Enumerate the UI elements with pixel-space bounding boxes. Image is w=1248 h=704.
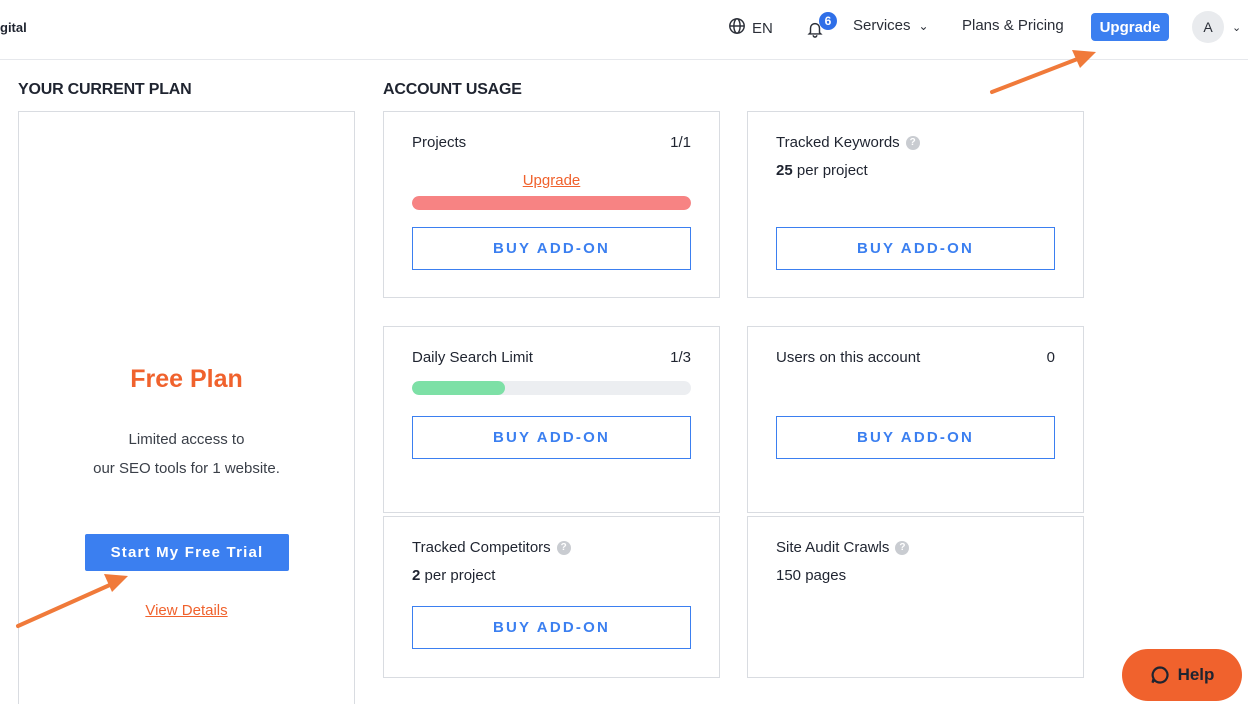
buy-addon-button[interactable]: BUY ADD-ON (776, 227, 1055, 270)
usage-progress-bar (412, 381, 691, 395)
usage-card-site-audit-crawls: Site Audit Crawls? 150 pages (747, 516, 1084, 678)
info-icon[interactable]: ? (556, 540, 571, 555)
help-label: Help (1177, 665, 1215, 684)
upgrade-link[interactable]: Upgrade (384, 172, 719, 189)
usage-progress-fill (412, 381, 505, 395)
view-details-link[interactable]: View Details (19, 602, 354, 619)
plan-name: Free Plan (130, 365, 243, 393)
usage-label: Tracked Competitors? (412, 539, 571, 556)
help-button[interactable]: Help (1122, 649, 1242, 701)
info-icon[interactable]: ? (905, 135, 920, 150)
notification-count-badge: 6 (819, 12, 837, 30)
usage-sub: 2 per project (412, 567, 495, 584)
plan-description: Limited access to our SEO tools for 1 we… (19, 425, 354, 483)
usage-card-users: Users on this account 0 BUY ADD-ON (747, 326, 1084, 513)
notifications-button[interactable]: 6 (806, 12, 837, 42)
usage-label-text: Site Audit Crawls (776, 539, 890, 556)
usage-label: Daily Search Limit (412, 349, 533, 366)
usage-label-text: Tracked Competitors (412, 539, 551, 556)
chat-bubble-icon (1151, 666, 1169, 684)
globe-icon (728, 17, 746, 39)
usage-sub-value: 25 (776, 162, 793, 179)
usage-sub: 25 per project (776, 162, 868, 179)
usage-count: 0 (1046, 349, 1055, 366)
usage-label: Site Audit Crawls? (776, 539, 910, 556)
account-usage-title: ACCOUNT USAGE (383, 81, 522, 98)
language-label: EN (752, 19, 773, 37)
current-plan-title: YOUR CURRENT PLAN (18, 81, 192, 98)
usage-progress-fill (412, 196, 691, 210)
usage-label: Projects (412, 134, 466, 151)
services-label: Services (853, 17, 911, 34)
chevron-down-icon: ⌄ (918, 18, 929, 33)
usage-count: 1/3 (670, 349, 691, 366)
buy-addon-button[interactable]: BUY ADD-ON (412, 606, 691, 649)
usage-card-daily-search-limit: Daily Search Limit 1/3 BUY ADD-ON (383, 326, 720, 513)
usage-label-text: Daily Search Limit (412, 349, 533, 366)
usage-count: 1/1 (670, 134, 691, 151)
usage-label: Tracked Keywords? (776, 134, 920, 151)
chevron-down-icon: ⌄ (1232, 21, 1242, 34)
account-menu[interactable]: A ⌄ (1192, 11, 1241, 43)
buy-addon-button[interactable]: BUY ADD-ON (776, 416, 1055, 459)
usage-card-tracked-keywords: Tracked Keywords? 25 per project BUY ADD… (747, 111, 1084, 298)
language-selector[interactable]: EN (728, 17, 773, 39)
services-menu[interactable]: Services ⌄ (853, 17, 929, 34)
current-plan-card: Free Plan Limited access to our SEO tool… (18, 111, 355, 704)
usage-sub: 150 pages (776, 567, 847, 584)
usage-sub-text: per project (420, 567, 496, 584)
avatar: A (1192, 11, 1224, 43)
top-header: gital EN 6 Services ⌄ Plans & Pricing Up… (0, 0, 1248, 60)
buy-addon-button[interactable]: BUY ADD-ON (412, 416, 691, 459)
start-free-trial-button[interactable]: Start My Free Trial (85, 534, 289, 571)
plan-description-line: Limited access to (128, 431, 245, 448)
plans-pricing-link[interactable]: Plans & Pricing (962, 17, 1064, 34)
usage-label-text: Tracked Keywords (776, 134, 900, 151)
usage-card-tracked-competitors: Tracked Competitors? 2 per project BUY A… (383, 516, 720, 678)
upgrade-button[interactable]: Upgrade (1091, 13, 1169, 41)
usage-label-text: Users on this account (776, 349, 921, 366)
usage-card-projects: Projects 1/1 Upgrade BUY ADD-ON (383, 111, 720, 298)
buy-addon-button[interactable]: BUY ADD-ON (412, 227, 691, 270)
usage-label: Users on this account (776, 349, 920, 366)
plan-description-line: our SEO tools for 1 website. (93, 460, 280, 477)
usage-sub-text: per project (792, 162, 868, 179)
info-icon[interactable]: ? (895, 540, 910, 555)
brand-logo-text[interactable]: gital (0, 20, 27, 35)
usage-label-text: Projects (412, 134, 467, 151)
usage-progress-bar (412, 196, 691, 210)
